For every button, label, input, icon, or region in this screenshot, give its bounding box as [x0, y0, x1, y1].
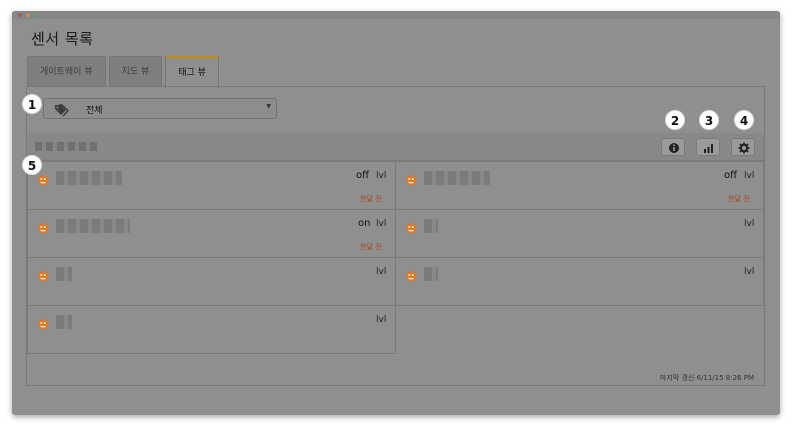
- page-title: 센서 목록: [31, 30, 94, 48]
- sensor-status: on: [358, 218, 371, 229]
- tag-group-name-redacted: [35, 142, 97, 151]
- callout-badge: 4: [734, 110, 754, 130]
- filter-selected-value: 전체: [86, 106, 103, 116]
- title-bar: [12, 11, 780, 19]
- minimize-window-button[interactable]: [26, 13, 30, 17]
- sensor-last-seen: 한달 전: [728, 195, 750, 203]
- sensor-card[interactable]: lvl: [27, 257, 396, 306]
- sensor-name-redacted: [56, 219, 130, 233]
- sensor-name-redacted: [56, 171, 122, 185]
- sensor-name-redacted: [424, 267, 438, 281]
- sensor-card[interactable]: on lvl 한달 전: [27, 209, 396, 258]
- sensor-name-redacted: [56, 315, 72, 329]
- sensor-unit: lvl: [376, 315, 387, 325]
- callout-badge: 3: [699, 110, 719, 130]
- sensor-name-redacted: [424, 219, 438, 233]
- sensor-icon: [405, 171, 417, 190]
- tab-gateway-view[interactable]: 게이트웨이 뷰: [27, 56, 106, 87]
- maximize-window-button[interactable]: [34, 13, 38, 17]
- sensor-card[interactable]: lvl: [27, 305, 396, 354]
- sensor-unit: lvl: [376, 219, 387, 229]
- chart-icon: [704, 144, 713, 153]
- callout-badge: 5: [22, 155, 42, 175]
- sensor-card[interactable]: off lvl 한달 전: [27, 161, 396, 210]
- sensor-last-seen: 한달 전: [360, 243, 382, 251]
- sensor-unit: lvl: [744, 267, 755, 277]
- caret-down-icon: ▼: [266, 103, 271, 110]
- app-window: 센서 목록 게이트웨이 뷰 지도 뷰 태그 뷰 전체 ▼ off lvl 한달 …: [12, 11, 780, 415]
- sensor-icon: [405, 267, 417, 286]
- sensor-last-seen: 한달 전: [360, 195, 382, 203]
- tab-map-view[interactable]: 지도 뷰: [108, 56, 163, 87]
- sensor-icon: [37, 171, 49, 190]
- tab-tag-view[interactable]: 태그 뷰: [165, 56, 219, 88]
- sensor-icon: [405, 219, 417, 238]
- sensor-unit: lvl: [376, 267, 387, 277]
- sensor-unit: lvl: [744, 171, 755, 181]
- sensor-card[interactable]: off lvl 한달 전: [395, 161, 764, 210]
- sensor-name-redacted: [424, 171, 490, 185]
- info-icon: [669, 143, 679, 153]
- tag-filter-select[interactable]: 전체 ▼: [43, 98, 277, 119]
- sensor-unit: lvl: [376, 171, 387, 181]
- sensor-card[interactable]: lvl: [395, 209, 764, 258]
- chart-button[interactable]: [696, 138, 720, 156]
- close-window-button[interactable]: [18, 13, 22, 17]
- view-tabs: 게이트웨이 뷰 지도 뷰 태그 뷰: [27, 56, 222, 88]
- sensor-status: off: [356, 170, 370, 181]
- sensor-icon: [37, 267, 49, 286]
- gear-icon: [738, 142, 750, 154]
- sensor-unit: lvl: [744, 219, 755, 229]
- sensor-icon: [37, 219, 49, 238]
- sensor-card[interactable]: lvl: [395, 257, 764, 306]
- tags-icon: [54, 102, 70, 121]
- last-updated-text: 마지막 갱신 6/11/15 8:26 PM: [659, 374, 754, 382]
- sensor-status: off: [724, 170, 738, 181]
- callout-badge: 2: [665, 110, 685, 130]
- tag-view-panel: 전체 ▼ off lvl 한달 전 off lvl 한달 전 on lvl 한달…: [26, 86, 765, 386]
- sensor-name-redacted: [56, 267, 72, 281]
- callout-badge: 1: [22, 94, 42, 114]
- info-button[interactable]: [661, 138, 685, 156]
- sensor-icon: [37, 315, 49, 334]
- settings-button[interactable]: [731, 138, 755, 156]
- tag-group-header: [27, 133, 764, 161]
